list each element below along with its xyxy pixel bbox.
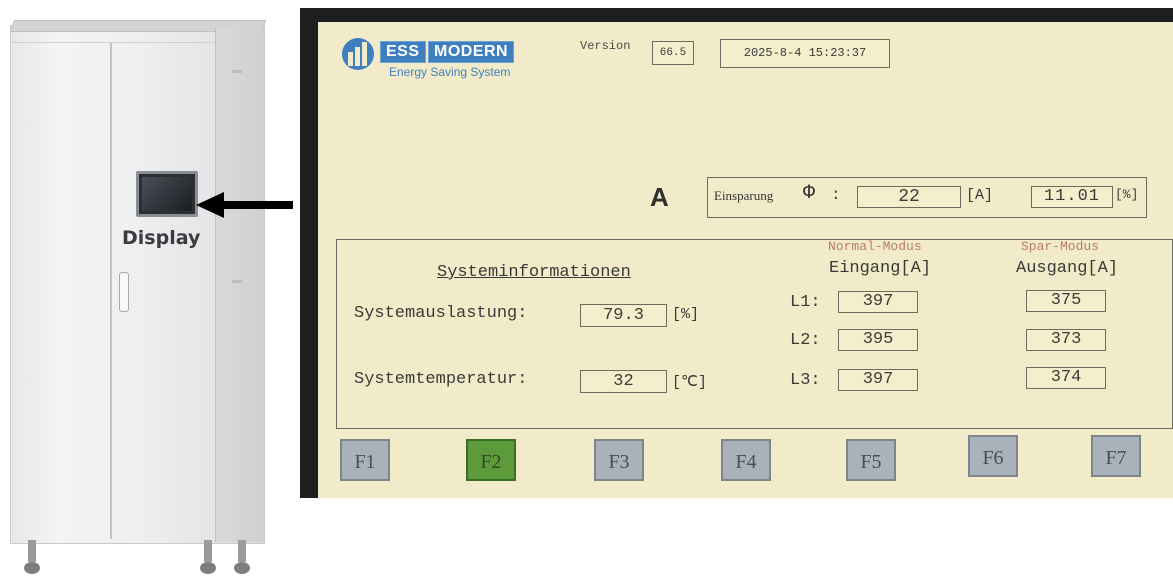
phase-l3-input: 397 [838, 369, 918, 391]
cabinet-door-seam [110, 42, 112, 539]
savings-percent-value: 11.01 [1031, 186, 1113, 208]
function-key-f6[interactable]: F6 [968, 435, 1018, 477]
phase-l1-label: L1: [790, 293, 821, 312]
cabinet-door-handle [119, 272, 129, 312]
save-mode-label: Spar-Modus [1021, 239, 1100, 254]
ess-logo-icon [342, 38, 374, 70]
cabinet-side [215, 28, 264, 542]
temperature-value: 32 [580, 370, 667, 393]
utilization-value: 79.3 [580, 304, 667, 327]
savings-panel: Einsparung Φ : 22 [A] 11.01 [%] [707, 177, 1147, 218]
phase-l3-output: 374 [1026, 367, 1106, 389]
datetime-display: 2025-8-4 15:23:37 [720, 39, 890, 68]
phi-symbol: Φ [803, 182, 816, 205]
function-key-f2[interactable]: F2 [466, 439, 516, 481]
version-label: Version [580, 39, 631, 53]
mode-letter: A [650, 182, 669, 212]
cabinet-caster [200, 540, 216, 576]
function-key-f5[interactable]: F5 [846, 439, 896, 481]
savings-colon: : [831, 186, 841, 204]
phase-l3-label: L3: [790, 371, 821, 390]
temperature-unit: [℃] [672, 374, 707, 391]
logo-modern-text: MODERN [428, 41, 515, 63]
version-value: 66.5 [652, 41, 694, 65]
cabinet-caster [234, 540, 250, 576]
phase-l2-input: 395 [838, 329, 918, 351]
function-key-f1[interactable]: F1 [340, 439, 390, 481]
brand-logo: ESS MODERN Energy Saving System [340, 38, 565, 84]
input-header: Eingang[A] [829, 259, 932, 278]
cabinet-vent [232, 280, 242, 283]
output-header: Ausgang[A] [1016, 259, 1119, 278]
cabinet-top-seam [10, 42, 215, 43]
logo-subtitle: Energy Saving System [389, 65, 511, 79]
phase-l1-output: 375 [1026, 290, 1106, 312]
system-info-panel: Systeminformationen Systemauslastung: 79… [336, 239, 1173, 429]
normal-mode-label: Normal-Modus [828, 239, 922, 254]
pointer-arrow-icon [196, 192, 293, 218]
savings-percent-unit: [%] [1115, 187, 1139, 202]
temperature-label: Systemtemperatur: [354, 370, 528, 389]
phase-l2-output: 373 [1026, 329, 1106, 351]
phase-l2-label: L2: [790, 331, 821, 350]
savings-current-unit: [A] [966, 187, 994, 204]
utilization-unit: [%] [672, 306, 700, 323]
cabinet-caster [24, 540, 40, 576]
hmi-screen: ESS MODERN Energy Saving System Version … [318, 22, 1173, 498]
phase-l1-input: 397 [838, 291, 918, 313]
cabinet-illustration: Display [0, 0, 275, 579]
cabinet-display-screen [136, 171, 198, 217]
display-label: Display [122, 227, 201, 249]
logo-ess-text: ESS [380, 41, 426, 63]
cabinet-vent [232, 70, 242, 73]
utilization-label: Systemauslastung: [354, 304, 528, 323]
function-key-f7[interactable]: F7 [1091, 435, 1141, 477]
function-key-f4[interactable]: F4 [721, 439, 771, 481]
savings-current-value: 22 [857, 186, 961, 208]
system-info-title: Systeminformationen [437, 263, 631, 282]
savings-label: Einsparung [714, 188, 774, 203]
function-key-f3[interactable]: F3 [594, 439, 644, 481]
